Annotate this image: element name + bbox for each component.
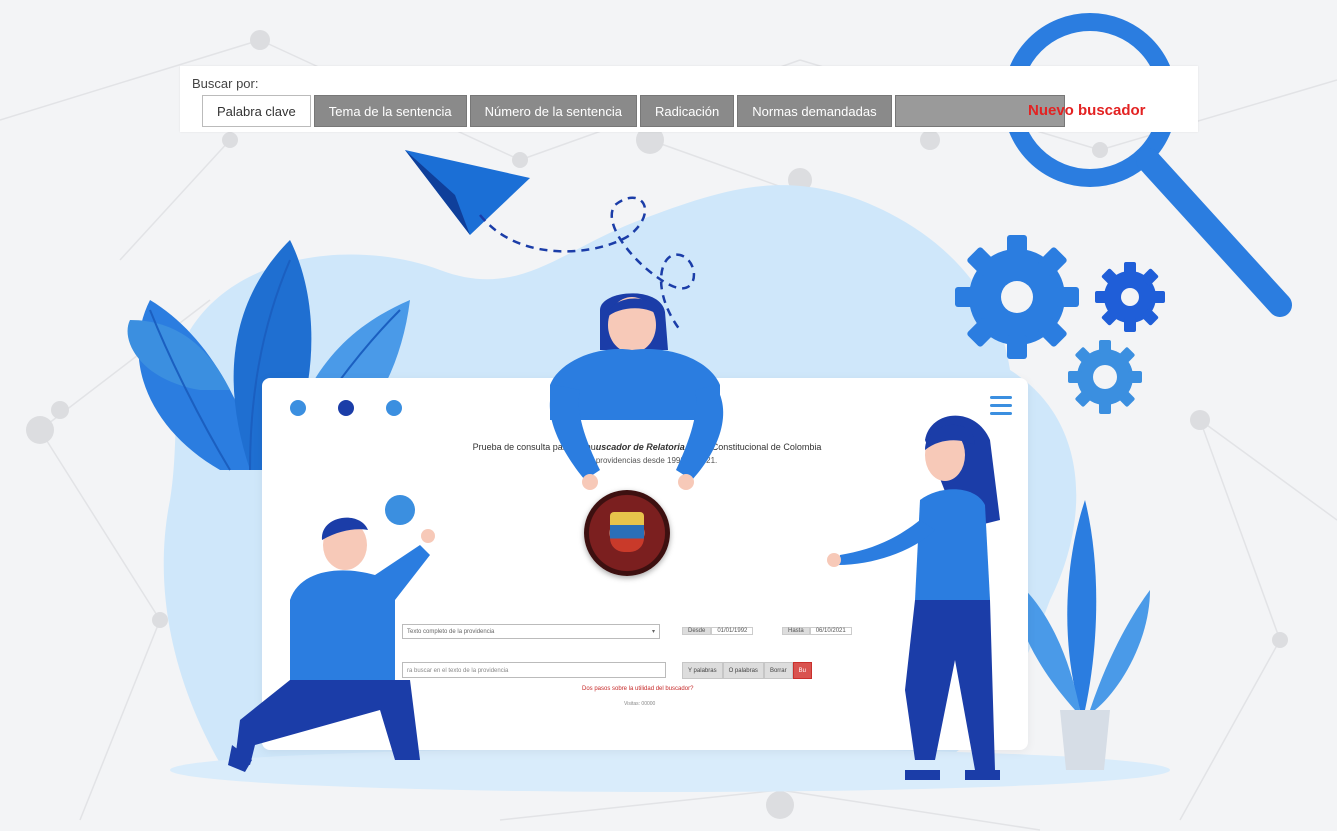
date-to-field[interactable]: 06/10/2021	[809, 627, 852, 635]
and-words-button[interactable]: Y palabras	[682, 662, 723, 679]
page-subheading: 20… providencias desde 1992 … 2021.	[576, 456, 718, 465]
hamburger-menu-icon[interactable]	[990, 396, 1012, 420]
page-heading: Prueba de consulta para un nuuscador de …	[472, 442, 822, 452]
search-scope-select[interactable]: Texto completo de la providencia ▾	[402, 624, 660, 639]
tab-norms[interactable]: Normas demandadas	[737, 95, 892, 127]
browser-window-mockup: Prueba de consulta para un nuuscador de …	[262, 378, 1028, 750]
date-from-label: Desde	[682, 627, 712, 635]
tab-filing[interactable]: Radicación	[639, 95, 735, 127]
tab-topic[interactable]: Tema de la sentencia	[313, 95, 467, 127]
window-dot-3	[386, 400, 402, 416]
floor-shadow	[170, 748, 1170, 792]
gear-icon-large	[955, 235, 1079, 359]
or-words-button[interactable]: O palabras	[722, 662, 764, 679]
window-dot-2	[338, 400, 354, 416]
visit-counter: Visitas: 00000	[624, 701, 656, 707]
new-search-label[interactable]: Nuevo buscador	[1028, 102, 1146, 119]
date-from-group: Desde 01/01/1992	[682, 622, 754, 640]
search-button[interactable]: Bu	[792, 662, 812, 679]
help-link[interactable]: Dos pasos sobre la utilidad del buscador…	[582, 686, 693, 692]
search-tab-bar: Buscar por: Palabra clave Tema de la sen…	[180, 66, 1198, 132]
court-seal-icon	[584, 490, 670, 576]
window-dot-1	[290, 400, 306, 416]
gear-icon-small	[1095, 262, 1165, 332]
paper-plane-icon	[405, 150, 530, 235]
search-in-label: en	[372, 640, 380, 647]
search-input[interactable]: ra buscar en el texto de la providencia	[402, 662, 666, 678]
gear-icon-mid	[1068, 340, 1142, 414]
date-to-label: Hasta	[782, 627, 810, 635]
search-tabs: Palabra clave Tema de la sentencia Númer…	[202, 95, 1068, 127]
date-to-group: Hasta 06/10/2021	[782, 622, 852, 640]
search-field-label: ador	[362, 626, 377, 633]
tab-keyword[interactable]: Palabra clave	[202, 95, 311, 127]
tab-number[interactable]: Número de la sentencia	[469, 95, 637, 127]
search-by-label: Buscar por:	[192, 76, 259, 91]
date-from-field[interactable]: 01/01/1992	[711, 627, 754, 635]
search-button-row: Y palabras O palabras Borrar Bu	[682, 662, 812, 679]
clear-button[interactable]: Borrar	[763, 662, 793, 679]
